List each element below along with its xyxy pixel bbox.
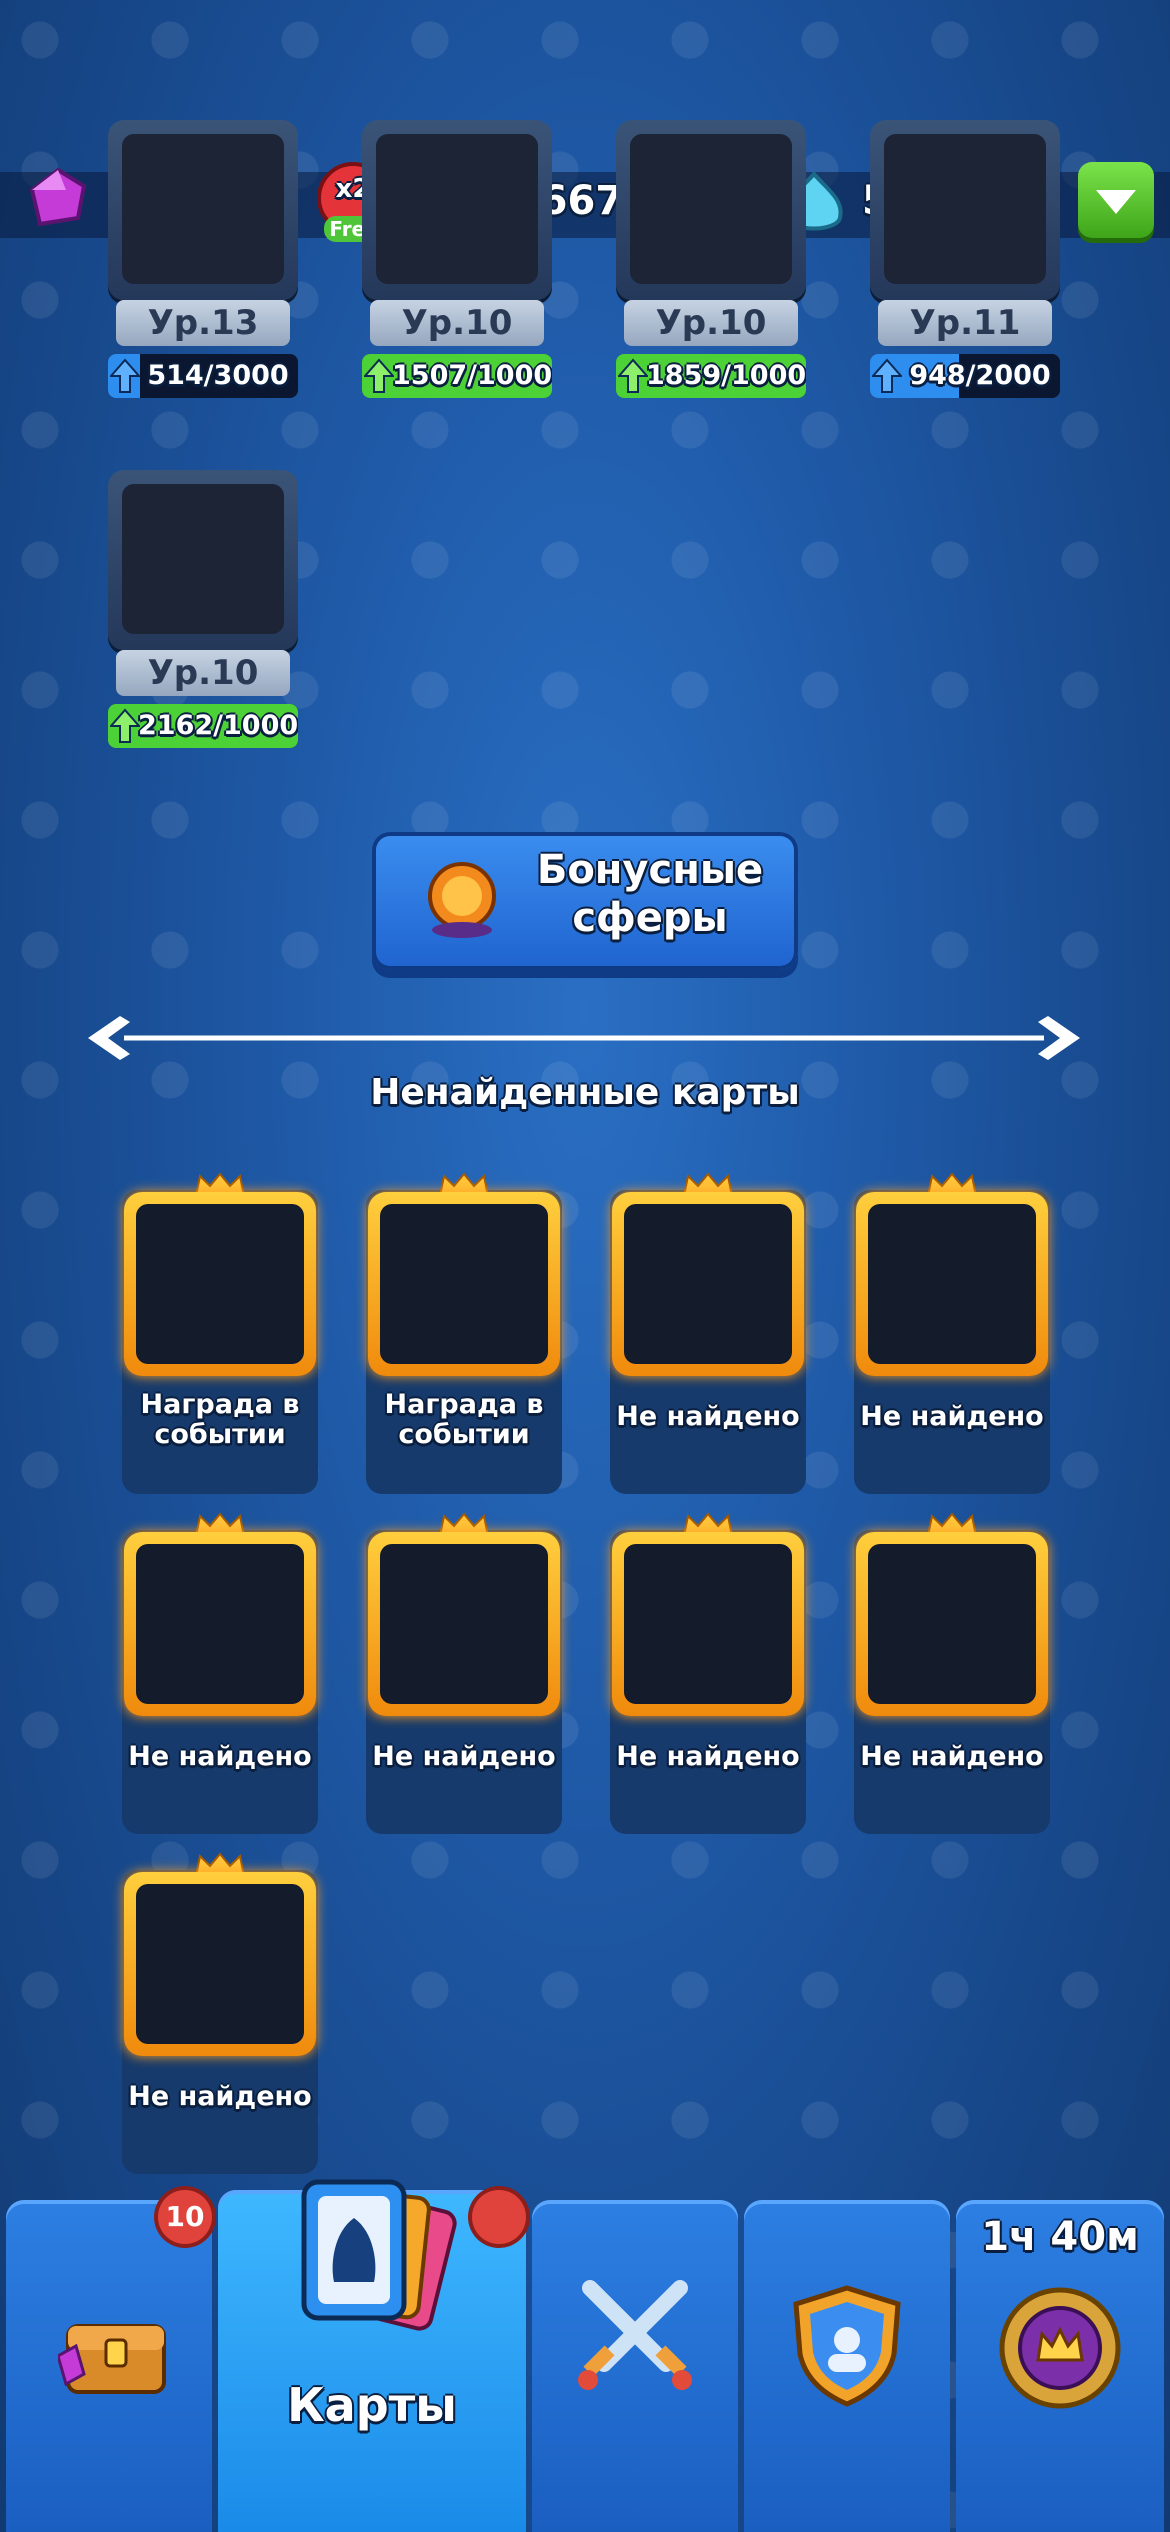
hero-portrait-icon: [122, 134, 284, 284]
tab-events[interactable]: 1ч 40м: [956, 2200, 1164, 2532]
card-progress-text: 1859/1000: [646, 360, 806, 391]
owned-card[interactable]: Ур.10 1859/1000: [616, 120, 806, 420]
bonus-label-line2: сферы: [572, 895, 728, 941]
locked-card[interactable]: Не найдено: [122, 1852, 318, 2174]
treasure-chest-icon: [58, 2324, 166, 2394]
sphere-icon: [428, 862, 496, 938]
bonus-spheres-button[interactable]: Бонусные сферы: [372, 832, 798, 970]
unknown-hero-silhouette-icon: [136, 1544, 304, 1704]
locked-card[interactable]: Награда в событии: [122, 1172, 318, 1494]
section-divider: [88, 1016, 1080, 1060]
card-progress-text: 2162/1000: [138, 710, 298, 741]
card-progress-bar: 1859/1000: [616, 354, 806, 398]
card-level: Ур.10: [624, 300, 798, 346]
locked-card[interactable]: Не найдено: [366, 1512, 562, 1834]
chevron-down-icon: [1096, 190, 1136, 214]
owned-card[interactable]: Ур.11 948/2000: [870, 120, 1060, 420]
unknown-hero-silhouette-icon: [380, 1544, 548, 1704]
crossed-swords-icon: [578, 2280, 692, 2390]
upgrade-arrow-icon: [110, 358, 140, 393]
clan-shield-icon: [793, 2285, 901, 2407]
card-caption: Не найдено: [128, 2081, 312, 2112]
hero-portrait-icon: [884, 134, 1046, 284]
hero-portrait-icon: [630, 134, 792, 284]
gem-icon: [29, 167, 87, 227]
tab-clan[interactable]: [744, 2200, 950, 2532]
tab-cards-label: Карты: [287, 2378, 457, 2432]
card-caption: Награда в: [384, 1389, 544, 1420]
locked-card[interactable]: Не найдено: [854, 1172, 1050, 1494]
unknown-hero-silhouette-icon: [868, 1204, 1036, 1364]
cards-icon: [301, 2179, 457, 2331]
card-caption: Не найдено: [372, 1741, 556, 1772]
card-progress-text: 514/3000: [147, 360, 289, 391]
card-level: Ур.13: [116, 300, 290, 346]
hero-portrait-icon: [376, 134, 538, 284]
locked-card[interactable]: Не найдено: [122, 1512, 318, 1834]
card-progress-bar: 948/2000: [870, 354, 1060, 398]
card-caption: Не найдено: [128, 1741, 312, 1772]
unknown-hero-silhouette-icon: [136, 1204, 304, 1364]
card-progress-text: 1507/1000: [392, 360, 552, 391]
hero-portrait-icon: [122, 484, 284, 634]
unknown-hero-silhouette-icon: [624, 1544, 792, 1704]
section-title: Ненайденные карты: [370, 1072, 800, 1113]
upgrade-arrow-icon: [872, 358, 902, 393]
upgrade-arrow-icon: [618, 358, 648, 393]
locked-card[interactable]: Не найдено: [854, 1512, 1050, 1834]
card-caption: Не найдено: [616, 1401, 800, 1432]
upgrade-arrow-icon: [110, 708, 140, 743]
unknown-hero-silhouette-icon: [868, 1544, 1036, 1704]
card-progress-bar: 1507/1000: [362, 354, 552, 398]
card-caption-line2: событии: [154, 1419, 286, 1450]
trophy-wreath-icon: [999, 2287, 1121, 2409]
card-caption: Не найдено: [616, 1741, 800, 1772]
bottom-navigation: 10 Карты 1ч 40м: [0, 2179, 1170, 2532]
card-progress-bar: 2162/1000: [108, 704, 298, 748]
card-caption: Не найдено: [860, 1401, 1044, 1432]
owned-card[interactable]: Ур.10 1507/1000: [362, 120, 552, 420]
upgrade-arrow-icon: [364, 358, 394, 393]
tab-battle[interactable]: [532, 2200, 738, 2532]
locked-card[interactable]: Не найдено: [610, 1172, 806, 1494]
event-timer: 1ч 40м: [981, 2214, 1139, 2260]
owned-card[interactable]: Ур.10 2162/1000: [108, 470, 298, 770]
card-caption: Награда в: [140, 1389, 300, 1420]
cards-notification-dot: [472, 2190, 526, 2244]
card-level: Ур.10: [116, 650, 290, 696]
unknown-hero-silhouette-icon: [624, 1204, 792, 1364]
unknown-hero-silhouette-icon: [380, 1204, 548, 1364]
card-progress-text: 948/2000: [909, 360, 1051, 391]
card-level: Ур.11: [878, 300, 1052, 346]
tab-cards[interactable]: Карты: [218, 2179, 526, 2532]
card-progress-bar: 514/3000: [108, 354, 298, 398]
card-level: Ур.10: [370, 300, 544, 346]
owned-card[interactable]: Ур.13 514/3000: [108, 120, 298, 420]
dropdown-button[interactable]: [1078, 162, 1154, 238]
shop-notification-badge: 10: [158, 2190, 212, 2244]
card-caption-line2: событии: [398, 1419, 530, 1450]
unknown-hero-silhouette-icon: [136, 1884, 304, 2044]
locked-card[interactable]: Не найдено: [610, 1512, 806, 1834]
card-caption: Не найдено: [860, 1741, 1044, 1772]
bonus-label-line1: Бонусные: [536, 847, 764, 893]
locked-card[interactable]: Награда в событии: [366, 1172, 562, 1494]
tab-shop[interactable]: [6, 2200, 212, 2532]
